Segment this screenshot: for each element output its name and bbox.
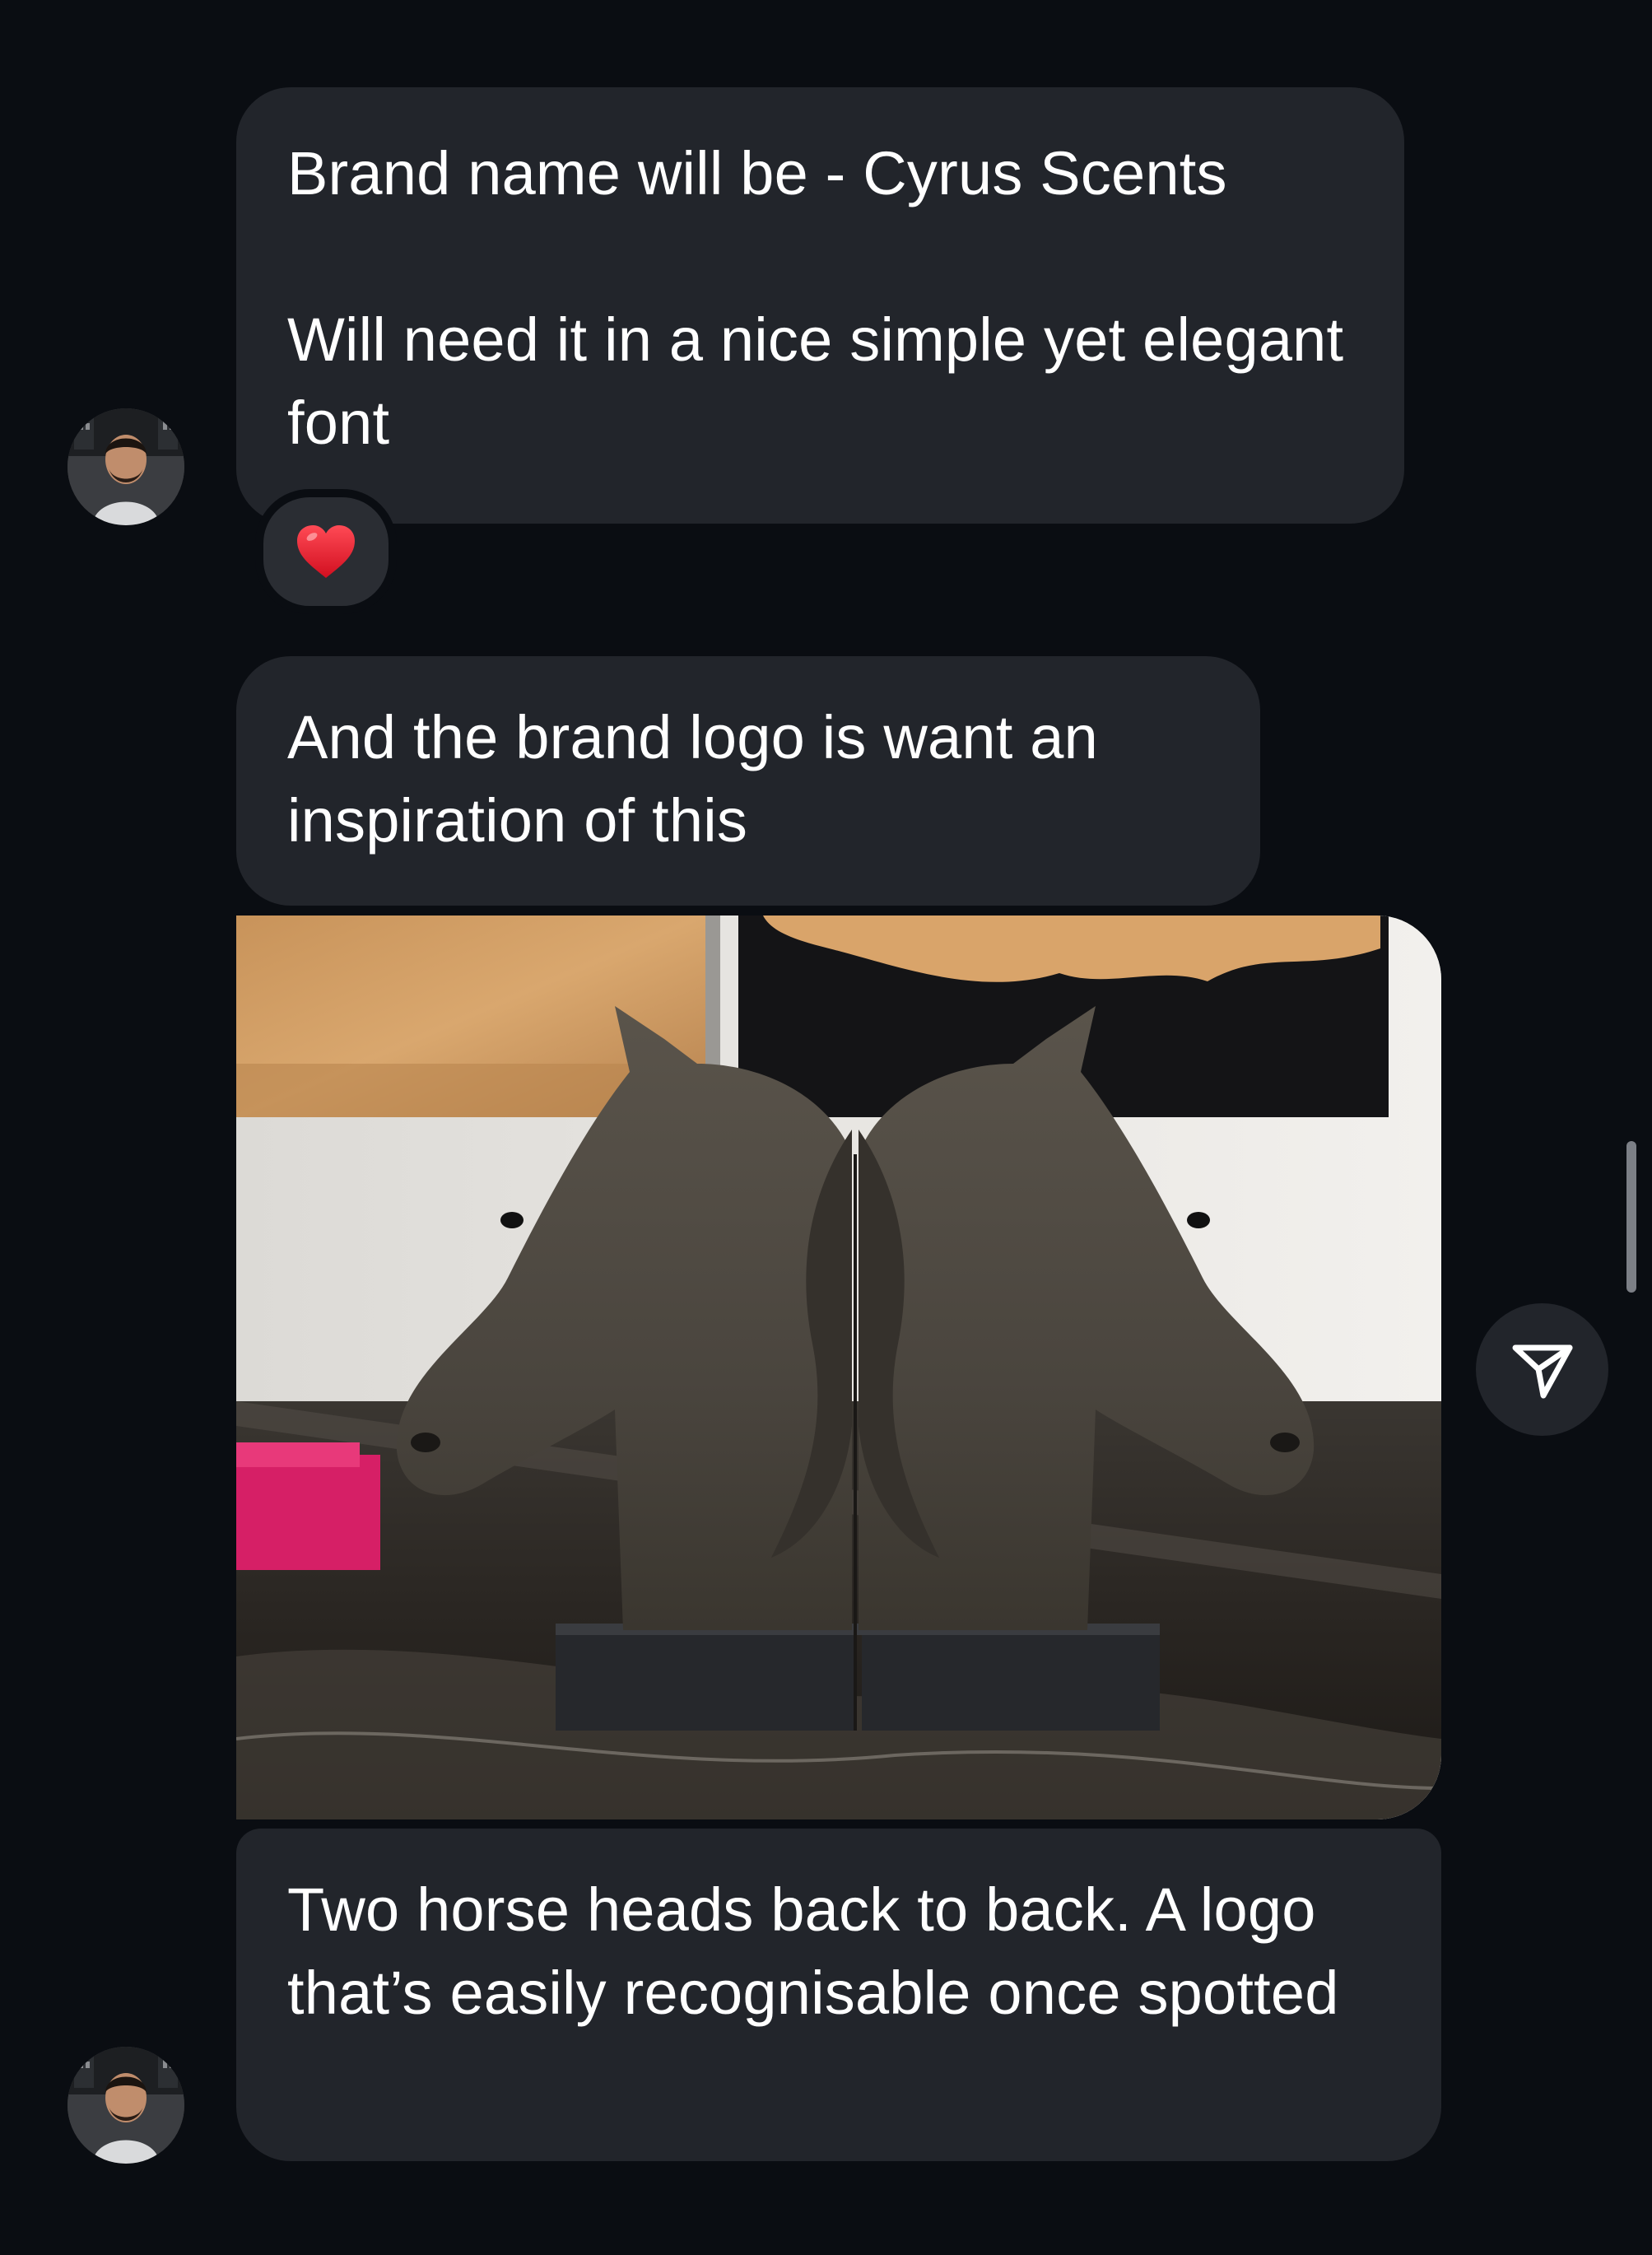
avatar-photo xyxy=(67,2047,184,2164)
message-bubble[interactable]: Two horse heads back to back. A logo tha… xyxy=(236,1829,1441,2161)
chat-screen: Brand name will be - Cyrus Scents Will n… xyxy=(0,0,1652,2255)
share-button[interactable] xyxy=(1476,1303,1608,1436)
user-avatar[interactable] xyxy=(67,408,184,525)
send-icon xyxy=(1512,1344,1572,1398)
horse-bookends-photo xyxy=(236,916,1441,1819)
message-bubble[interactable]: And the brand logo is want an inspiratio… xyxy=(236,656,1260,906)
message-bubble[interactable]: Brand name will be - Cyrus Scents Will n… xyxy=(236,87,1404,524)
user-avatar[interactable] xyxy=(67,2047,184,2164)
photo-attachment[interactable] xyxy=(236,916,1441,1819)
heart-reaction[interactable] xyxy=(255,489,397,614)
avatar-photo xyxy=(67,408,184,525)
red-heart-icon xyxy=(297,525,355,578)
scrollbar[interactable] xyxy=(1626,1141,1636,1293)
